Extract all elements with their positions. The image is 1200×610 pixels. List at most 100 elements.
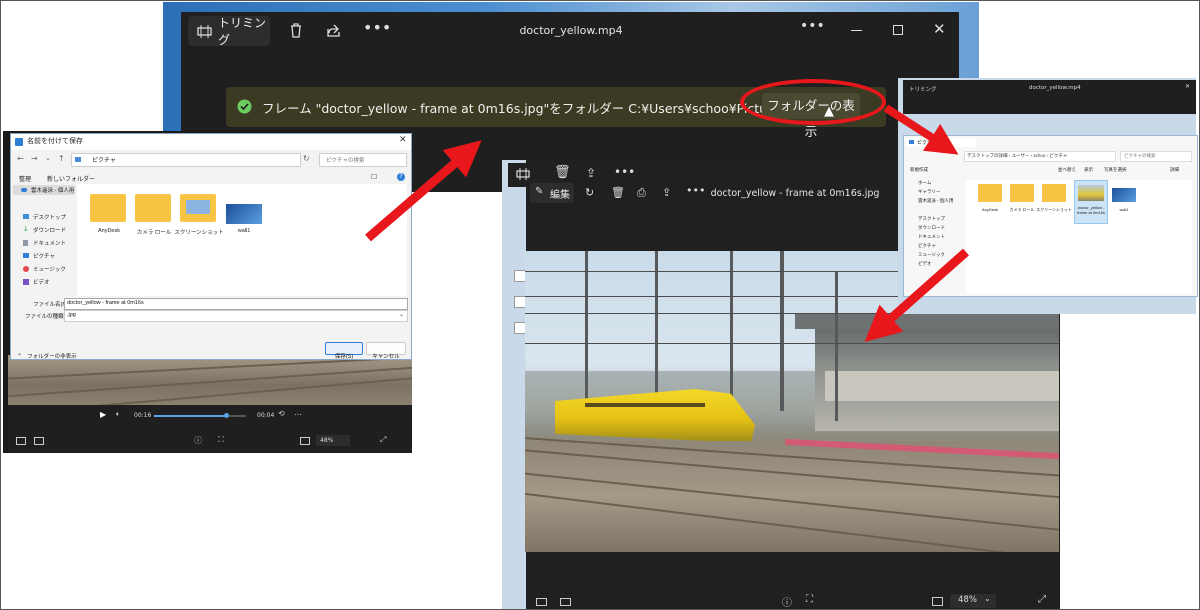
close-icon[interactable]: ✕: [933, 20, 946, 38]
zoom-select[interactable]: 48%: [316, 435, 350, 446]
minimize-icon[interactable]: [851, 30, 862, 31]
cancel-button[interactable]: キャンセル: [366, 342, 406, 360]
share-icon[interactable]: ⇪: [662, 186, 671, 199]
info-icon[interactable]: ⓘ: [194, 435, 202, 446]
rotate-icon[interactable]: ↻: [585, 186, 594, 199]
annotation-ellipse: [740, 79, 886, 125]
dialog-titlebar: 名前を付けて保存 ✕: [11, 134, 411, 150]
seek-thumb[interactable]: [224, 413, 229, 418]
close-icon[interactable]: ✕: [1185, 83, 1190, 90]
hide-folders-toggle[interactable]: ⌃ フォルダーの非表示: [17, 343, 77, 362]
more-icon[interactable]: •••: [363, 18, 391, 37]
share-icon[interactable]: ⇪: [586, 166, 596, 180]
file-label: wall1: [237, 228, 251, 234]
explorer-nav-item[interactable]: ホーム: [918, 180, 931, 186]
volume-icon[interactable]: 🔈︎: [116, 410, 120, 419]
trash-icon[interactable]: 🗑︎: [554, 165, 571, 180]
fullscreen-icon[interactable]: ⤢: [1038, 594, 1046, 605]
folder-tile[interactable]: AnyDesk: [87, 192, 131, 240]
explorer-folder-tile[interactable]: カメラ ロール: [1008, 182, 1036, 218]
up-arrow-icon[interactable]: ↑: [58, 154, 65, 163]
dialog-sidebar-item-0[interactable]: 雲木遥泳 - 個人用: [13, 185, 75, 195]
folder-tile[interactable]: カメラ ロール: [132, 192, 176, 240]
explorer-cmd[interactable]: 表示: [1084, 167, 1093, 173]
explorer-nav-item[interactable]: PC: [918, 288, 924, 293]
explorer-nav-item[interactable]: ビデオ: [918, 261, 932, 267]
explorer-folder-tile[interactable]: AnyDesk: [976, 182, 1004, 218]
seek-bar[interactable]: [154, 413, 246, 418]
explorer-nav-item[interactable]: ダウンロード: [918, 225, 945, 231]
dialog-close-icon[interactable]: ✕: [399, 135, 407, 145]
explorer-image-tile-selected[interactable]: doctor_yellow - frame at 0m16s: [1074, 180, 1108, 224]
dialog-sidebar-item-4[interactable]: ピクチャ: [13, 251, 75, 261]
dialog-sidebar-item-6[interactable]: ビデオ: [13, 277, 75, 287]
subtitle-icon[interactable]: [34, 437, 44, 445]
explorer-nav-item[interactable]: デスクトップ: [918, 216, 945, 222]
dialog-search-box[interactable]: ピクチャの検索: [319, 153, 407, 167]
explorer-tab[interactable]: ピクチャ: [906, 138, 976, 147]
trim-button[interactable]: トリミング: [188, 16, 270, 47]
filmstrip-icon[interactable]: [536, 598, 547, 606]
more-icon[interactable]: •••: [614, 165, 635, 179]
explorer-cmd[interactable]: 写真を選択: [1104, 167, 1127, 173]
explorer-image-tile[interactable]: wall1: [1110, 182, 1138, 218]
repeat-icon[interactable]: ⟲: [278, 409, 285, 418]
left-player-video: [8, 355, 412, 415]
explorer-cmd[interactable]: 新規作成: [910, 167, 928, 173]
dialog-sidebar-item-5[interactable]: ミュージック: [13, 264, 75, 274]
zoom-select[interactable]: 48% ⌄: [950, 594, 996, 608]
explorer-nav-item[interactable]: ピクチャ: [918, 243, 936, 249]
filetype-select[interactable]: .jpg ⌄: [64, 310, 408, 322]
more-icon[interactable]: …: [294, 408, 302, 417]
recent-dropdown-icon[interactable]: ⌄: [45, 154, 51, 162]
fit-icon[interactable]: ⛶: [218, 435, 224, 445]
video-icon: [23, 279, 29, 285]
back-arrow-icon[interactable]: ←: [17, 154, 24, 163]
filetype-value: .jpg: [67, 312, 76, 318]
more-options-icon[interactable]: •••: [800, 18, 825, 34]
folder-icon: [90, 194, 126, 222]
help-icon[interactable]: ?: [397, 173, 405, 181]
fullscreen-icon[interactable]: ⤢: [380, 435, 386, 445]
explorer-address-bar[interactable]: デスクトップの詳細 › ユーザー › schoo › ピクチャ: [964, 151, 1116, 162]
print-icon[interactable]: ⎙: [637, 186, 646, 200]
new-folder-button[interactable]: 新しいフォルダー: [47, 174, 95, 183]
image-file-tile[interactable]: wall1: [222, 192, 266, 240]
save-button[interactable]: 保存(S): [325, 342, 363, 360]
dialog-address-bar[interactable]: ピクチャ: [71, 153, 301, 167]
miniplayer-icon[interactable]: [16, 437, 26, 445]
explorer-nav-item[interactable]: 雲木遥泳 - 個人用: [918, 198, 954, 204]
left-player-controls: ▶ 🔈︎ 00:16 00:04 ⟲ … ⓘ ⛶ 48% ⤢: [8, 405, 412, 453]
explorer-nav-item[interactable]: ドキュメント: [918, 234, 945, 240]
maximize-icon[interactable]: [893, 25, 903, 35]
explorer-cmd[interactable]: 詳細: [1170, 167, 1179, 173]
filename-input[interactable]: doctor_yellow - frame at 0m16s: [64, 298, 408, 310]
refresh-icon[interactable]: ↻: [303, 154, 310, 163]
organize-button[interactable]: 整理: [19, 174, 31, 183]
aspect-icon[interactable]: [932, 597, 943, 606]
dialog-sidebar-item-2[interactable]: ↓ ダウンロード: [13, 225, 75, 235]
forward-arrow-icon[interactable]: →: [31, 154, 38, 163]
aspect-icon[interactable]: [300, 437, 310, 445]
play-icon[interactable]: ▶: [100, 410, 106, 419]
explorer-folder-tile[interactable]: スクリーンショット: [1036, 182, 1072, 218]
trash-icon[interactable]: [289, 23, 303, 38]
edit-button[interactable]: ✎ 編集: [530, 183, 574, 203]
share-icon[interactable]: [326, 23, 341, 38]
onedrive-icon: [21, 188, 27, 192]
info-icon[interactable]: ⓘ: [782, 594, 792, 609]
explorer-cmd[interactable]: 並べ替え: [1058, 167, 1076, 173]
trim-icon[interactable]: [516, 168, 530, 180]
document-icon: [23, 240, 28, 246]
explorer-nav-item[interactable]: ギャラリー: [918, 189, 941, 195]
slideshow-icon[interactable]: [560, 598, 571, 606]
dialog-navbar: ← → ⌄ ↑ ピクチャ ↻ ピクチャの検索: [11, 152, 411, 168]
explorer-search[interactable]: ピクチャの検索: [1120, 151, 1192, 162]
dialog-sidebar-item-3[interactable]: ドキュメント: [13, 238, 75, 248]
dialog-sidebar-item-1[interactable]: デスクトップ: [13, 212, 75, 222]
view-icon[interactable]: ☐: [371, 173, 377, 181]
fit-icon[interactable]: ⛶: [806, 594, 813, 605]
delete-icon[interactable]: 🗑︎: [611, 186, 625, 199]
folder-tile[interactable]: スクリーンショット: [174, 192, 224, 240]
explorer-nav-item[interactable]: ミュージック: [918, 252, 945, 258]
